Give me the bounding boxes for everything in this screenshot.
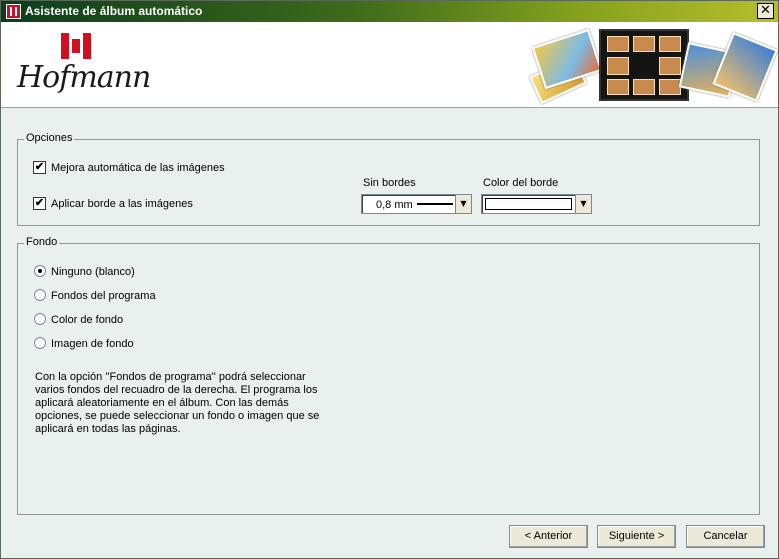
background-legend: Fondo (24, 236, 60, 248)
photo-thumbnail (531, 28, 603, 90)
title-bar[interactable]: Asistente de álbum automático ✕ (1, 1, 778, 22)
background-description: Con la opción ''Fondos de programa'' pod… (35, 371, 320, 435)
border-width-label: Sin bordes (363, 177, 416, 189)
header-photo-collage (529, 25, 778, 105)
logo-wordmark: Hofmann (17, 60, 151, 95)
chevron-down-icon[interactable]: ▼ (455, 195, 471, 213)
color-swatch (485, 198, 572, 210)
apply-border-label[interactable]: Aplicar borde a las imágenes (51, 198, 193, 210)
back-button[interactable]: < Anterior (509, 525, 588, 548)
radio-background-color[interactable] (34, 313, 46, 325)
radio-none[interactable] (34, 265, 46, 277)
cancel-button[interactable]: Cancelar (686, 525, 765, 548)
radio-none-label[interactable]: Ninguno (blanco) (51, 266, 135, 278)
wizard-window: Asistente de álbum automático ✕ Hofmann (0, 0, 779, 559)
hofmann-logo: Hofmann (15, 30, 151, 102)
options-legend: Opciones (24, 132, 75, 144)
canada-flag-icon (61, 33, 91, 59)
border-color-dropdown[interactable]: ▼ (481, 194, 592, 214)
radio-background-image[interactable] (34, 337, 46, 349)
auto-enhance-label[interactable]: Mejora automática de las imágenes (51, 162, 225, 174)
apply-border-checkbox[interactable]: ✔ (33, 197, 46, 210)
app-logo-icon (6, 4, 21, 19)
border-width-value: 0,8 mm (376, 199, 413, 211)
chevron-down-icon[interactable]: ▼ (575, 195, 591, 213)
radio-program-backgrounds[interactable] (34, 289, 46, 301)
close-button[interactable]: ✕ (757, 3, 774, 19)
line-width-preview (417, 203, 453, 205)
window-title: Asistente de álbum automático (25, 4, 203, 18)
radio-background-image-label[interactable]: Imagen de fondo (51, 338, 134, 350)
border-color-label: Color del borde (483, 177, 559, 189)
radio-program-backgrounds-label[interactable]: Fondos del programa (51, 290, 156, 302)
border-width-dropdown[interactable]: 0,8 mm ▼ (361, 194, 472, 214)
album-preview (599, 29, 689, 101)
wizard-header: Hofmann (1, 22, 778, 108)
auto-enhance-checkbox[interactable]: ✔ (33, 161, 46, 174)
next-button[interactable]: Siguiente > (597, 525, 676, 548)
radio-background-color-label[interactable]: Color de fondo (51, 314, 123, 326)
